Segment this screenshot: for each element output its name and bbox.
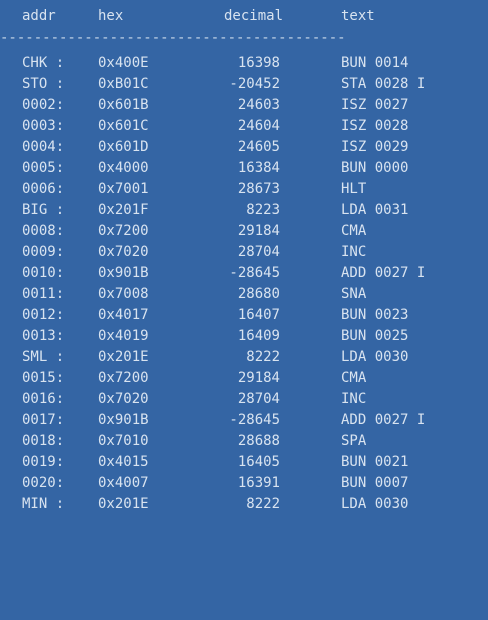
header-hex: hex [98, 8, 124, 24]
row-text: SNA [341, 286, 367, 302]
table-row: 0003: 0x601C 24604 ISZ 0028 [0, 116, 488, 137]
row-text: CMA [341, 223, 367, 239]
table-row: SML : 0x201E 8222 LDA 0030 [0, 347, 488, 368]
row-addr: 0012: [22, 307, 65, 323]
table-row: 0013: 0x4019 16409 BUN 0025 [0, 326, 488, 347]
row-decimal: -20452 [229, 76, 280, 92]
table-row: MIN : 0x201E 8222 LDA 0030 [0, 494, 488, 515]
table-row: 0019: 0x4015 16405 BUN 0021 [0, 452, 488, 473]
row-addr: 0017: [22, 412, 65, 428]
table-row: 0020: 0x4007 16391 BUN 0007 [0, 473, 488, 494]
row-addr: 0008: [22, 223, 65, 239]
row-text: STA 0028 I [341, 76, 426, 92]
row-decimal: 29184 [237, 223, 280, 239]
row-decimal: 28673 [237, 181, 280, 197]
row-text: LDA 0030 [341, 349, 409, 365]
row-decimal: 29184 [237, 370, 280, 386]
memory-table-body: CHK : 0x400E 16398 BUN 0014 STO : 0xB01C… [0, 53, 488, 515]
row-decimal: 8222 [246, 496, 280, 512]
row-decimal: 16384 [237, 160, 280, 176]
header-decimal: decimal [224, 8, 284, 24]
header-addr: addr [22, 8, 56, 24]
row-addr: 0011: [22, 286, 65, 302]
row-text: CMA [341, 370, 367, 386]
table-row: 0011: 0x7008 28680 SNA [0, 284, 488, 305]
row-decimal: 8223 [246, 202, 280, 218]
table-row: 0002: 0x601B 24603 ISZ 0027 [0, 95, 488, 116]
row-text: BUN 0007 [341, 475, 409, 491]
row-decimal: 24603 [237, 97, 280, 113]
row-addr: 0015: [22, 370, 65, 386]
row-addr: BIG : [22, 202, 65, 218]
header-divider: ----------------------------------------… [0, 30, 346, 46]
row-text: ADD 0027 I [341, 265, 426, 281]
row-addr: 0016: [22, 391, 65, 407]
row-text: SPA [341, 433, 367, 449]
row-decimal: 28704 [237, 244, 280, 260]
header-text: text [341, 8, 375, 24]
table-header: addr hex decimal text [0, 6, 488, 28]
row-text: BUN 0021 [341, 454, 409, 470]
table-row: CHK : 0x400E 16398 BUN 0014 [0, 53, 488, 74]
row-addr: 0019: [22, 454, 65, 470]
row-addr: 0002: [22, 97, 65, 113]
row-text: LDA 0031 [341, 202, 409, 218]
row-text: ADD 0027 I [341, 412, 426, 428]
row-addr: MIN : [22, 496, 65, 512]
row-text: HLT [341, 181, 367, 197]
row-text: ISZ 0027 [341, 97, 409, 113]
row-addr: STO : [22, 76, 65, 92]
table-row: 0017: 0x901B -28645 ADD 0027 I [0, 410, 488, 431]
row-decimal: -28645 [229, 412, 280, 428]
row-text: BUN 0023 [341, 307, 409, 323]
row-decimal: 24604 [237, 118, 280, 134]
row-addr: 0009: [22, 244, 65, 260]
row-text: BUN 0000 [341, 160, 409, 176]
table-row: 0004: 0x601D 24605 ISZ 0029 [0, 137, 488, 158]
memory-dump-window: addr hex decimal text ------------------… [0, 0, 488, 589]
row-text: INC [341, 244, 367, 260]
row-decimal: 28680 [237, 286, 280, 302]
row-decimal: -28645 [229, 265, 280, 281]
row-addr: 0004: [22, 139, 65, 155]
table-row: 0006: 0x7001 28673 HLT [0, 179, 488, 200]
row-addr: 0010: [22, 265, 65, 281]
row-decimal: 28688 [237, 433, 280, 449]
table-row: 0012: 0x4017 16407 BUN 0023 [0, 305, 488, 326]
row-decimal: 16391 [237, 475, 280, 491]
table-row: 0009: 0x7020 28704 INC [0, 242, 488, 263]
table-row: STO : 0xB01C -20452 STA 0028 I [0, 74, 488, 95]
row-decimal: 8222 [246, 349, 280, 365]
row-decimal: 16405 [237, 454, 280, 470]
row-text: BUN 0025 [341, 328, 409, 344]
row-text: BUN 0014 [341, 55, 409, 71]
row-addr: 0013: [22, 328, 65, 344]
row-text: ISZ 0028 [341, 118, 409, 134]
row-addr: 0003: [22, 118, 65, 134]
row-decimal: 28704 [237, 391, 280, 407]
row-decimal: 16398 [237, 55, 280, 71]
table-row: BIG : 0x201F 8223 LDA 0031 [0, 200, 488, 221]
row-decimal: 16407 [237, 307, 280, 323]
table-row: 0015: 0x7200 29184 CMA [0, 368, 488, 389]
row-decimal: 24605 [237, 139, 280, 155]
table-row: 0010: 0x901B -28645 ADD 0027 I [0, 263, 488, 284]
table-row: 0008: 0x7200 29184 CMA [0, 221, 488, 242]
row-decimal: 16409 [237, 328, 280, 344]
row-addr: 0020: [22, 475, 65, 491]
row-text: LDA 0030 [341, 496, 409, 512]
table-row: 0016: 0x7020 28704 INC [0, 389, 488, 410]
row-addr: CHK : [22, 55, 65, 71]
row-addr: 0018: [22, 433, 65, 449]
row-addr: 0006: [22, 181, 65, 197]
row-addr: SML : [22, 349, 65, 365]
table-row: 0018: 0x7010 28688 SPA [0, 431, 488, 452]
row-addr: 0005: [22, 160, 65, 176]
table-row: 0005: 0x4000 16384 BUN 0000 [0, 158, 488, 179]
row-text: INC [341, 391, 367, 407]
row-text: ISZ 0029 [341, 139, 409, 155]
